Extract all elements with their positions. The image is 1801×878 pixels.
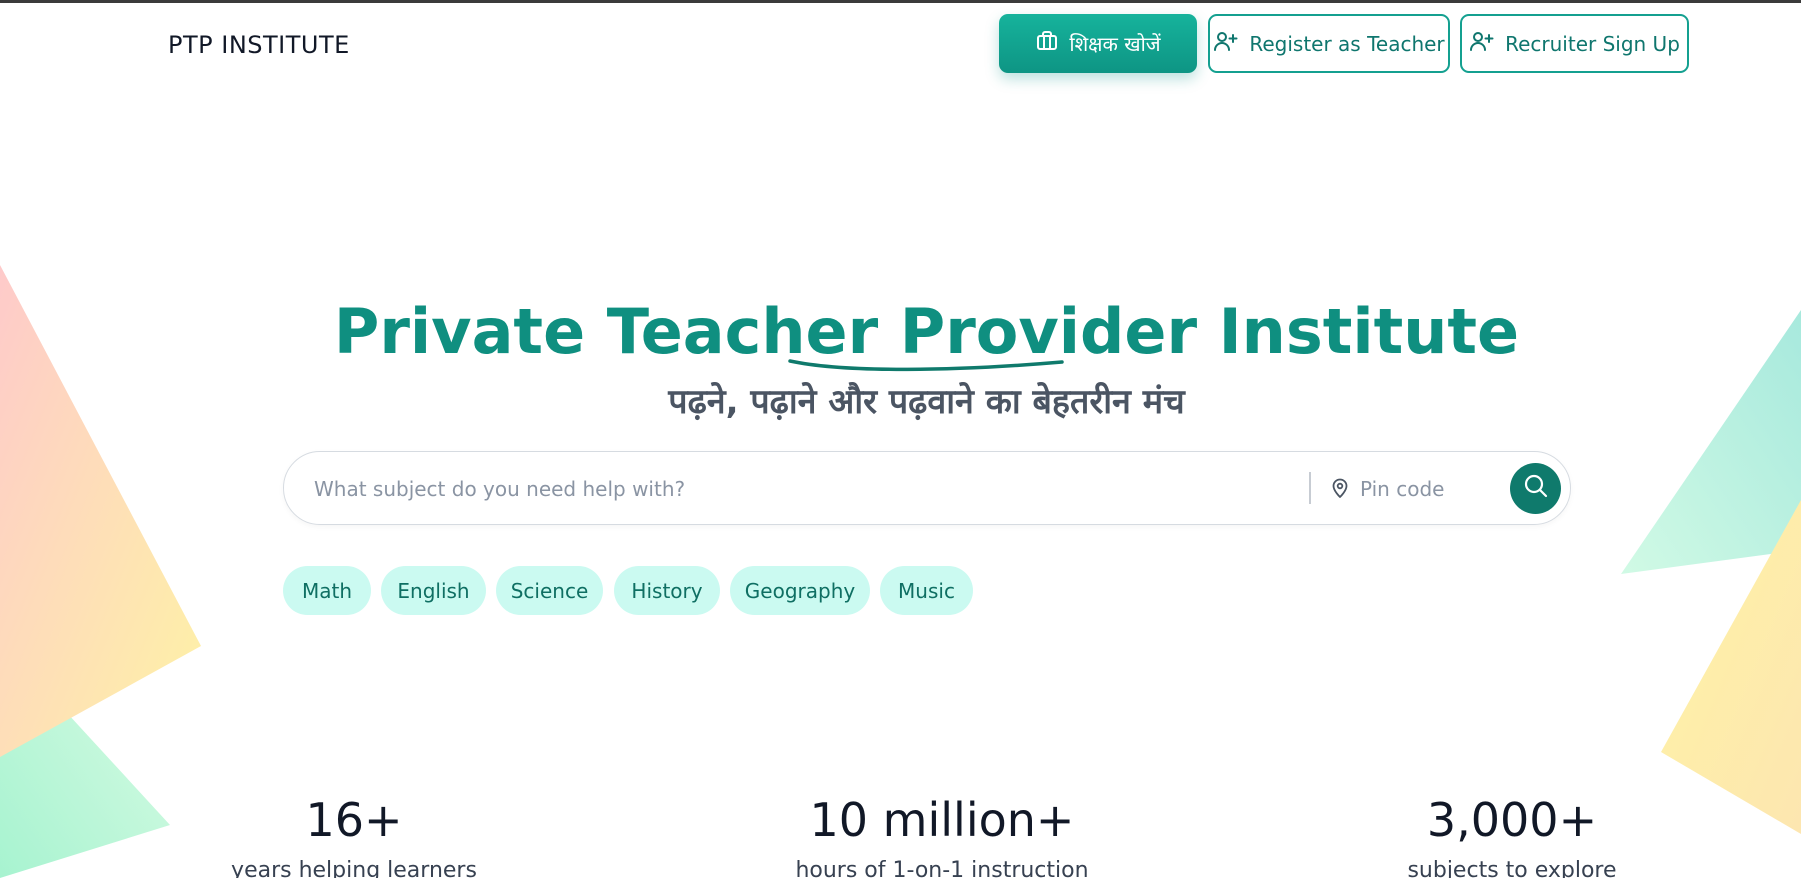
subject-chip-english[interactable]: English: [381, 566, 486, 615]
search-icon: [1523, 473, 1549, 504]
pincode-input[interactable]: [1360, 470, 1500, 508]
subject-chip-science[interactable]: Science: [496, 566, 603, 615]
brand-logo[interactable]: PTP INSTITUTE: [168, 31, 350, 59]
search-divider: [1309, 472, 1311, 504]
subject-chip-music[interactable]: Music: [880, 566, 973, 615]
subject-chip-geography[interactable]: Geography: [730, 566, 870, 615]
stat-years-label: years helping learners: [231, 858, 477, 878]
recruiter-signup-button[interactable]: Recruiter Sign Up: [1460, 14, 1689, 73]
find-teacher-button[interactable]: शिक्षक खोजें: [999, 14, 1197, 73]
stat-hours-label: hours of 1-on-1 instruction: [795, 858, 1089, 878]
search-button[interactable]: [1510, 463, 1561, 514]
stat-subjects-label: subjects to explore: [1407, 858, 1617, 878]
subject-chip-math[interactable]: Math: [283, 566, 371, 615]
stat-hours-value: 10 million+: [809, 793, 1075, 847]
hero-subtitle: पढ़ने, पढ़ाने और पढ़वाने का बेहतरीन मंच: [668, 382, 1185, 422]
subject-search-input[interactable]: [314, 470, 1274, 508]
stat-subjects-value: 3,000+: [1426, 793, 1598, 847]
register-teacher-button[interactable]: Register as Teacher: [1208, 14, 1450, 73]
briefcase-icon: [1035, 29, 1059, 58]
recruiter-signup-label: Recruiter Sign Up: [1505, 31, 1680, 56]
find-teacher-label: शिक्षक खोजें: [1069, 32, 1161, 56]
search-bar: [283, 451, 1571, 525]
register-teacher-label: Register as Teacher: [1249, 31, 1445, 56]
site-header: PTP INSTITUTE शिक्षक खोजें Register as T…: [0, 3, 1801, 89]
user-plus-icon: [1469, 29, 1495, 58]
subject-chip-history[interactable]: History: [614, 566, 720, 615]
user-plus-icon: [1213, 29, 1239, 58]
stat-years-value: 16+: [305, 793, 403, 847]
page: PTP INSTITUTE शिक्षक खोजें Register as T…: [0, 0, 1801, 878]
title-underline-decoration: [788, 359, 1064, 372]
map-pin-icon: [1331, 477, 1349, 504]
